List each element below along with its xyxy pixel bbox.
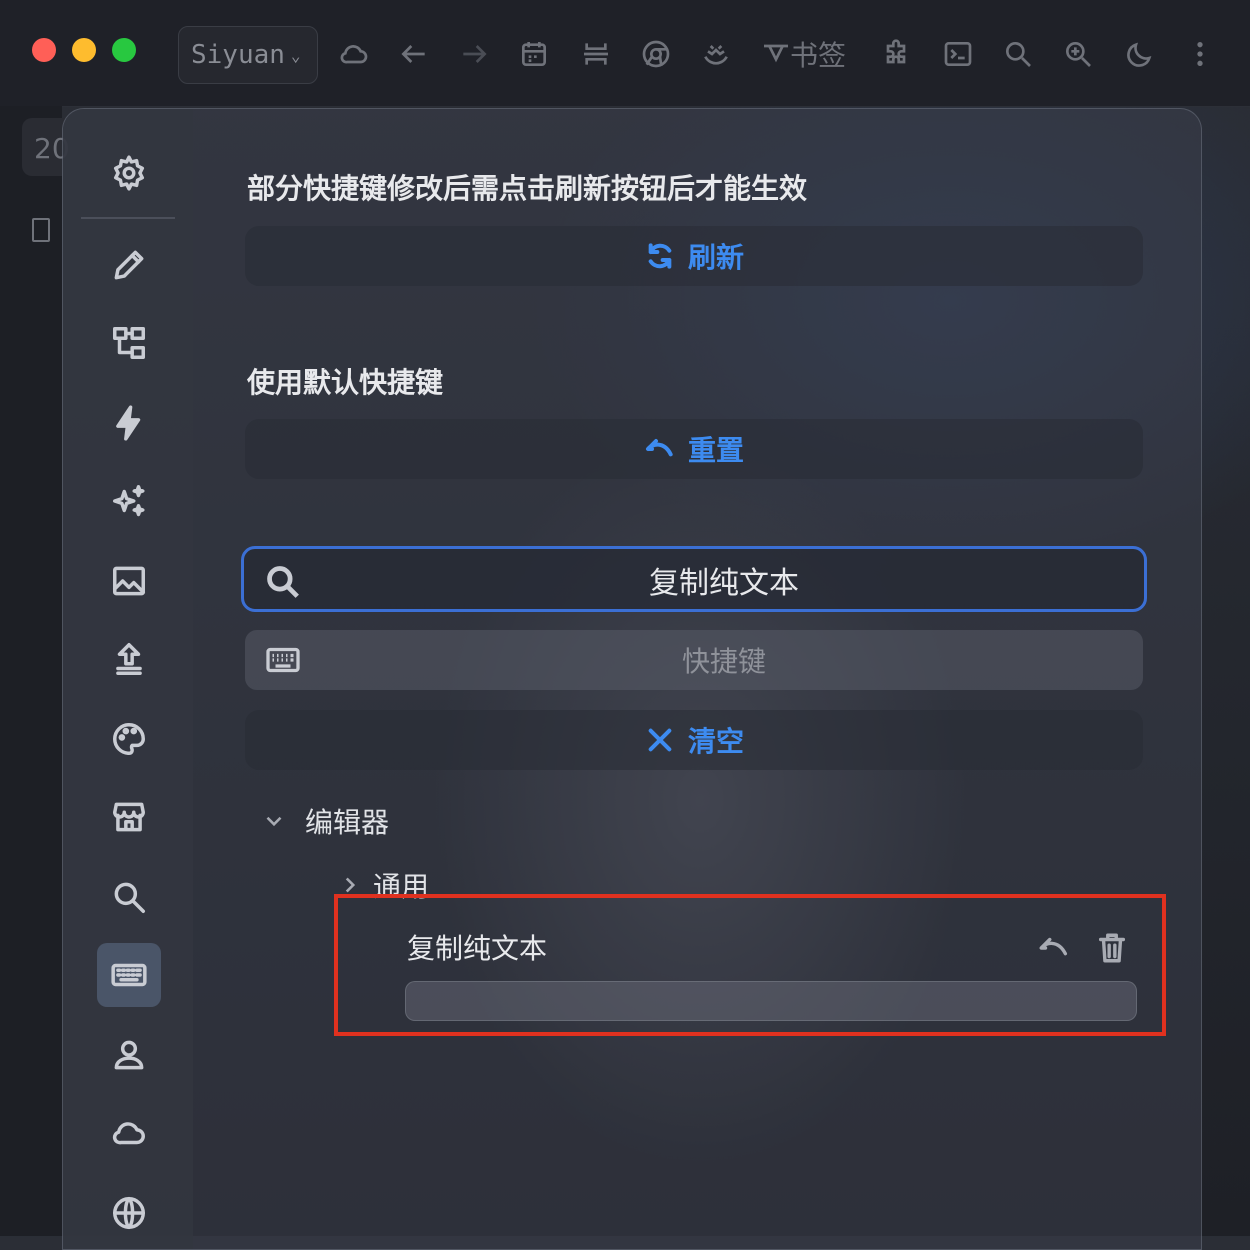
refresh-hint: 部分快捷键修改后需点击刷新按钮后才能生效 — [247, 172, 808, 205]
search-icon[interactable] — [97, 865, 161, 929]
dock-strip: 20 — [0, 106, 72, 1236]
shortcut-search[interactable] — [245, 630, 1143, 692]
refresh-button[interactable]: 刷新 — [245, 226, 1143, 286]
gear-icon[interactable] — [97, 141, 161, 205]
tree-subgroup-label: 通用 — [373, 870, 430, 903]
more-icon[interactable] — [1180, 34, 1220, 74]
keyboard-icon[interactable] — [97, 943, 161, 1007]
theme-icon[interactable] — [696, 34, 736, 74]
keymap-item-actions — [1037, 931, 1129, 969]
keyboard-icon — [263, 642, 303, 682]
title-bar: Siyuan ⌄ 书签 — [0, 0, 1250, 107]
file-icon[interactable] — [32, 218, 50, 242]
sparkle-icon[interactable] — [97, 469, 161, 533]
split-icon[interactable] — [576, 34, 616, 74]
clear-button[interactable]: 清空 — [245, 710, 1143, 770]
reset-button[interactable]: 重置 — [245, 419, 1143, 479]
browser-icon[interactable] — [636, 34, 676, 74]
clear-label: 清空 — [687, 725, 744, 758]
terminal-icon[interactable] — [938, 34, 978, 74]
moon-icon[interactable] — [1120, 34, 1160, 74]
workspace-name: Siyuan — [191, 40, 285, 70]
search-icon — [264, 563, 302, 605]
undo-icon[interactable] — [1037, 931, 1071, 969]
back-icon[interactable] — [394, 34, 434, 74]
shortcut-input[interactable] — [325, 630, 1123, 692]
globe-icon[interactable] — [97, 1181, 161, 1245]
settings-dialog: 部分快捷键修改后需点击刷新按钮后才能生效 刷新 使用默认快捷键 重置 清空 — [62, 108, 1202, 1250]
tree-group-editor[interactable]: 编辑器 — [261, 801, 389, 841]
pencil-icon[interactable] — [97, 233, 161, 297]
reset-label: 重置 — [687, 434, 744, 467]
bookmark-icon[interactable] — [760, 34, 792, 74]
image-icon[interactable] — [97, 549, 161, 613]
settings-nav — [63, 109, 193, 1249]
account-icon[interactable] — [97, 1023, 161, 1087]
keymap-item-label: 复制纯文本 — [407, 932, 548, 965]
keymap-item-shortcut-field[interactable] — [405, 981, 1137, 1021]
chevron-down-icon — [266, 816, 282, 827]
keymap-search[interactable] — [241, 546, 1147, 612]
search-input[interactable] — [324, 549, 1124, 611]
chevron-down-icon: ⌄ — [290, 45, 301, 65]
workspace-select[interactable]: Siyuan ⌄ — [178, 26, 318, 84]
reset-hint: 使用默认快捷键 — [247, 366, 444, 399]
close-window-button[interactable] — [32, 38, 56, 62]
refresh-icon — [648, 243, 672, 269]
close-icon — [648, 728, 672, 752]
forward-icon[interactable] — [454, 34, 494, 74]
nav-divider — [81, 217, 175, 219]
zoom-window-button[interactable] — [112, 38, 136, 62]
calendar-icon[interactable] — [514, 34, 554, 74]
tree-icon[interactable] — [97, 311, 161, 375]
keymap-panel: 部分快捷键修改后需点击刷新按钮后才能生效 刷新 使用默认快捷键 重置 清空 — [193, 109, 1201, 1249]
store-icon[interactable] — [97, 785, 161, 849]
palette-icon[interactable] — [97, 707, 161, 771]
cloud-icon[interactable] — [334, 34, 374, 74]
chevron-right-icon — [345, 877, 356, 893]
cloud-icon[interactable] — [97, 1101, 161, 1165]
flash-icon[interactable] — [97, 391, 161, 455]
trash-icon[interactable] — [1095, 931, 1129, 969]
bookmark-label[interactable]: 书签 — [790, 34, 846, 74]
upload-icon[interactable] — [97, 627, 161, 691]
undo-icon — [645, 439, 673, 457]
tree-group-label: 编辑器 — [305, 806, 390, 839]
zoom-in-icon[interactable] — [1058, 34, 1098, 74]
search-icon[interactable] — [998, 34, 1038, 74]
minimize-window-button[interactable] — [72, 38, 96, 62]
refresh-label: 刷新 — [687, 241, 744, 274]
plugin-icon[interactable] — [876, 34, 916, 74]
tree-subgroup-general[interactable]: 通用 — [337, 865, 429, 905]
